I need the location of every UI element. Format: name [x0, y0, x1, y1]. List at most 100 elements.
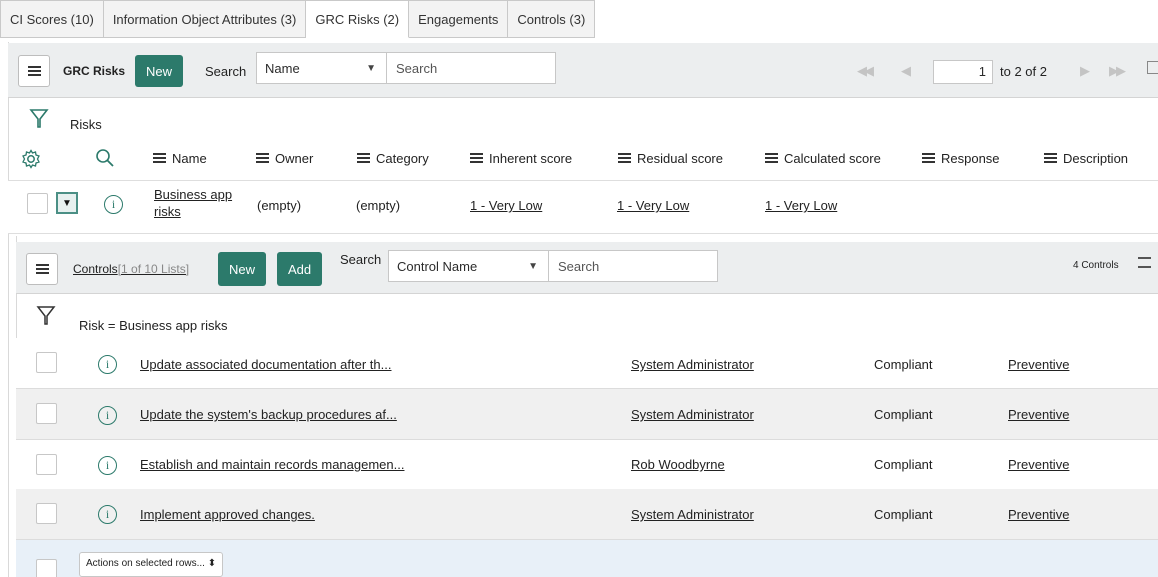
row-checkbox[interactable]	[36, 454, 57, 475]
filter-icon[interactable]	[36, 305, 56, 327]
control-owner-link[interactable]: Rob Woodbyrne	[631, 457, 725, 472]
column-inherent-score[interactable]: Inherent score	[470, 151, 572, 166]
search-label: Search	[205, 64, 247, 79]
tab-ci-scores[interactable]: CI Scores (10)	[0, 0, 104, 38]
dropdown-caret-icon: ▼	[528, 260, 538, 272]
column-label: Residual score	[637, 151, 723, 166]
column-label: Name	[172, 151, 207, 166]
control-status: Compliant	[874, 457, 933, 472]
risk-name-line: risks	[154, 204, 181, 219]
collapse-icon[interactable]	[1147, 61, 1158, 74]
control-type-link[interactable]: Preventive	[1008, 457, 1069, 472]
add-control-button[interactable]: Add	[277, 252, 323, 286]
controls-count: 4 Controls	[1073, 260, 1119, 271]
column-menu-icon	[256, 156, 269, 159]
risk-owner: (empty)	[257, 198, 302, 213]
search-field-select[interactable]: Name ▼	[256, 52, 387, 84]
controls-search-input[interactable]: Search	[548, 250, 718, 282]
new-control-button[interactable]: New	[218, 252, 267, 286]
control-status: Compliant	[874, 357, 933, 372]
column-category[interactable]: Category	[357, 151, 429, 166]
gear-icon[interactable]	[21, 149, 41, 169]
expand-row-toggle[interactable]: ▼	[56, 192, 78, 214]
actions-select[interactable]: Actions on selected rows... ⬍	[79, 552, 224, 577]
search-input[interactable]: Search	[386, 52, 556, 84]
select-all-checkbox[interactable]	[36, 559, 57, 577]
info-icon[interactable]: i	[98, 355, 117, 374]
row-checkbox[interactable]	[36, 503, 57, 524]
list-menu-button[interactable]	[18, 55, 50, 87]
control-status: Compliant	[874, 407, 933, 422]
column-calculated-score[interactable]: Calculated score	[765, 151, 881, 166]
control-owner-link[interactable]: System Administrator	[631, 507, 754, 522]
page-range: to 2 of 2	[1000, 64, 1047, 79]
updown-caret-icon: ⬍	[207, 558, 217, 569]
related-list-tabs: CI Scores (10) Information Object Attrib…	[0, 0, 596, 38]
risk-category: (empty)	[356, 198, 401, 213]
column-menu-icon	[153, 156, 166, 159]
tab-controls[interactable]: Controls (3)	[508, 0, 596, 38]
list-options-icon[interactable]	[1138, 257, 1151, 268]
inherent-score-link[interactable]: 1 - Very Low	[470, 198, 542, 213]
column-label: Calculated score	[784, 151, 881, 166]
column-owner[interactable]: Owner	[256, 151, 313, 166]
row-checkbox[interactable]	[36, 403, 57, 424]
triangle-down-icon: ▼	[62, 197, 72, 209]
info-icon[interactable]: i	[98, 456, 117, 475]
control-owner-link[interactable]: System Administrator	[631, 407, 754, 422]
column-menu-icon	[618, 156, 631, 159]
column-label: Owner	[275, 151, 314, 166]
search-icon[interactable]	[95, 148, 115, 168]
risk-name-line: Business app	[154, 187, 233, 202]
info-icon[interactable]: i	[98, 406, 117, 425]
column-name[interactable]: Name	[153, 151, 207, 166]
controls-title: Controls	[73, 262, 118, 276]
first-page-icon[interactable]: ◀◀	[857, 63, 874, 79]
control-type-link[interactable]: Preventive	[1008, 507, 1069, 522]
control-name-link[interactable]: Update associated documentation after th…	[140, 357, 392, 372]
dropdown-caret-icon: ▼	[366, 62, 376, 74]
control-type-link[interactable]: Preventive	[1008, 357, 1069, 372]
tab-information-object-attributes[interactable]: Information Object Attributes (3)	[103, 0, 307, 38]
control-status: Compliant	[874, 507, 933, 522]
info-icon[interactable]: i	[104, 195, 123, 214]
controls-filter-breadcrumb: Risk = Business app risks	[79, 318, 228, 333]
column-menu-icon	[922, 156, 935, 159]
row-checkbox[interactable]	[36, 352, 57, 373]
column-residual-score[interactable]: Residual score	[618, 151, 723, 166]
column-label: Description	[1063, 151, 1129, 166]
residual-score-link[interactable]: 1 - Very Low	[617, 198, 689, 213]
controls-menu-button[interactable]	[26, 253, 58, 285]
risk-name-link[interactable]: Business app risks	[154, 186, 232, 220]
row-checkbox[interactable]	[27, 193, 48, 214]
column-menu-icon	[1044, 156, 1057, 159]
tab-grc-risks[interactable]: GRC Risks (2)	[306, 0, 410, 38]
actions-select-label: Actions on selected rows...	[86, 558, 205, 569]
controls-search-field-value: Control Name	[397, 258, 478, 274]
hamburger-icon	[35, 268, 49, 270]
tab-engagements[interactable]: Engagements	[409, 0, 509, 38]
control-type-link[interactable]: Preventive	[1008, 407, 1069, 422]
next-page-icon[interactable]: ▶	[1080, 63, 1090, 79]
column-label: Category	[376, 151, 429, 166]
column-menu-icon	[470, 156, 483, 159]
info-icon[interactable]: i	[98, 505, 117, 524]
column-menu-icon	[765, 156, 778, 159]
control-name-link[interactable]: Establish and maintain records managemen…	[140, 457, 404, 472]
previous-page-icon[interactable]: ◀	[901, 63, 911, 79]
control-name-link[interactable]: Implement approved changes.	[140, 507, 315, 522]
column-description[interactable]: Description	[1044, 151, 1128, 166]
page-number-input[interactable]: 1	[933, 60, 993, 84]
calculated-score-link[interactable]: 1 - Very Low	[765, 198, 837, 213]
search-field-value: Name	[265, 60, 300, 76]
list-title: GRC Risks	[63, 64, 126, 78]
new-risk-button[interactable]: New	[135, 55, 184, 87]
controls-search-field-select[interactable]: Control Name ▼	[388, 250, 549, 282]
control-name-link[interactable]: Update the system's backup procedures af…	[140, 407, 397, 422]
controls-search-label: Search	[340, 252, 382, 267]
filter-icon[interactable]	[29, 108, 49, 130]
column-response[interactable]: Response	[922, 151, 1000, 166]
controls-title-link[interactable]: Controls[1 of 10 Lists]	[73, 262, 189, 276]
last-page-icon[interactable]: ▶▶	[1109, 63, 1126, 79]
control-owner-link[interactable]: System Administrator	[631, 357, 754, 372]
